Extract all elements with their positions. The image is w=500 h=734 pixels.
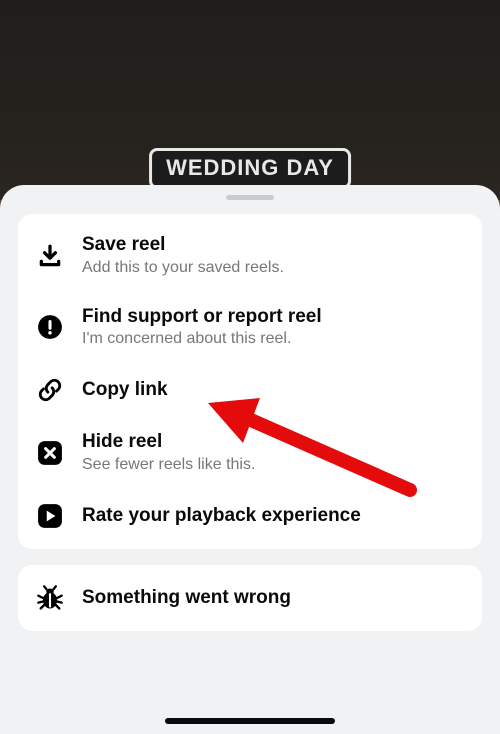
bug-icon — [36, 584, 64, 612]
menu-item-something-wrong[interactable]: Something went wrong — [18, 571, 482, 625]
menu-item-title: Something went wrong — [82, 586, 291, 610]
menu-item-title: Copy link — [82, 378, 168, 402]
menu-item-text: Find support or report reel I'm concerne… — [82, 305, 322, 351]
menu-item-hide-reel[interactable]: Hide reel See fewer reels like this. — [18, 417, 482, 489]
sheet-grabber[interactable] — [226, 195, 274, 200]
menu-item-title: Hide reel — [82, 430, 255, 454]
menu-item-subtitle: See fewer reels like this. — [82, 455, 255, 476]
home-indicator[interactable] — [165, 718, 335, 724]
alert-circle-icon — [36, 313, 64, 341]
play-box-icon — [36, 502, 64, 530]
menu-item-save-reel[interactable]: Save reel Add this to your saved reels. — [18, 220, 482, 292]
menu-group-secondary: Something went wrong — [18, 565, 482, 631]
menu-item-title: Find support or report reel — [82, 305, 322, 329]
video-title-badge: WEDDING DAY — [149, 148, 351, 189]
menu-item-rate-playback[interactable]: Rate your playback experience — [18, 489, 482, 543]
menu-item-report[interactable]: Find support or report reel I'm concerne… — [18, 292, 482, 364]
link-icon — [36, 376, 64, 404]
bottom-sheet: Save reel Add this to your saved reels. … — [0, 185, 500, 734]
menu-group-main: Save reel Add this to your saved reels. … — [18, 214, 482, 549]
menu-item-text: Something went wrong — [82, 586, 291, 610]
menu-item-text: Save reel Add this to your saved reels. — [82, 233, 284, 279]
menu-item-text: Copy link — [82, 378, 168, 402]
menu-item-copy-link[interactable]: Copy link — [18, 363, 482, 417]
menu-item-subtitle: I'm concerned about this reel. — [82, 329, 322, 350]
menu-item-subtitle: Add this to your saved reels. — [82, 258, 284, 279]
menu-item-text: Rate your playback experience — [82, 504, 361, 528]
menu-item-title: Rate your playback experience — [82, 504, 361, 528]
menu-item-text: Hide reel See fewer reels like this. — [82, 430, 255, 476]
menu-item-title: Save reel — [82, 233, 284, 257]
download-icon — [36, 242, 64, 270]
x-box-icon — [36, 439, 64, 467]
video-title-text: WEDDING DAY — [166, 155, 334, 180]
